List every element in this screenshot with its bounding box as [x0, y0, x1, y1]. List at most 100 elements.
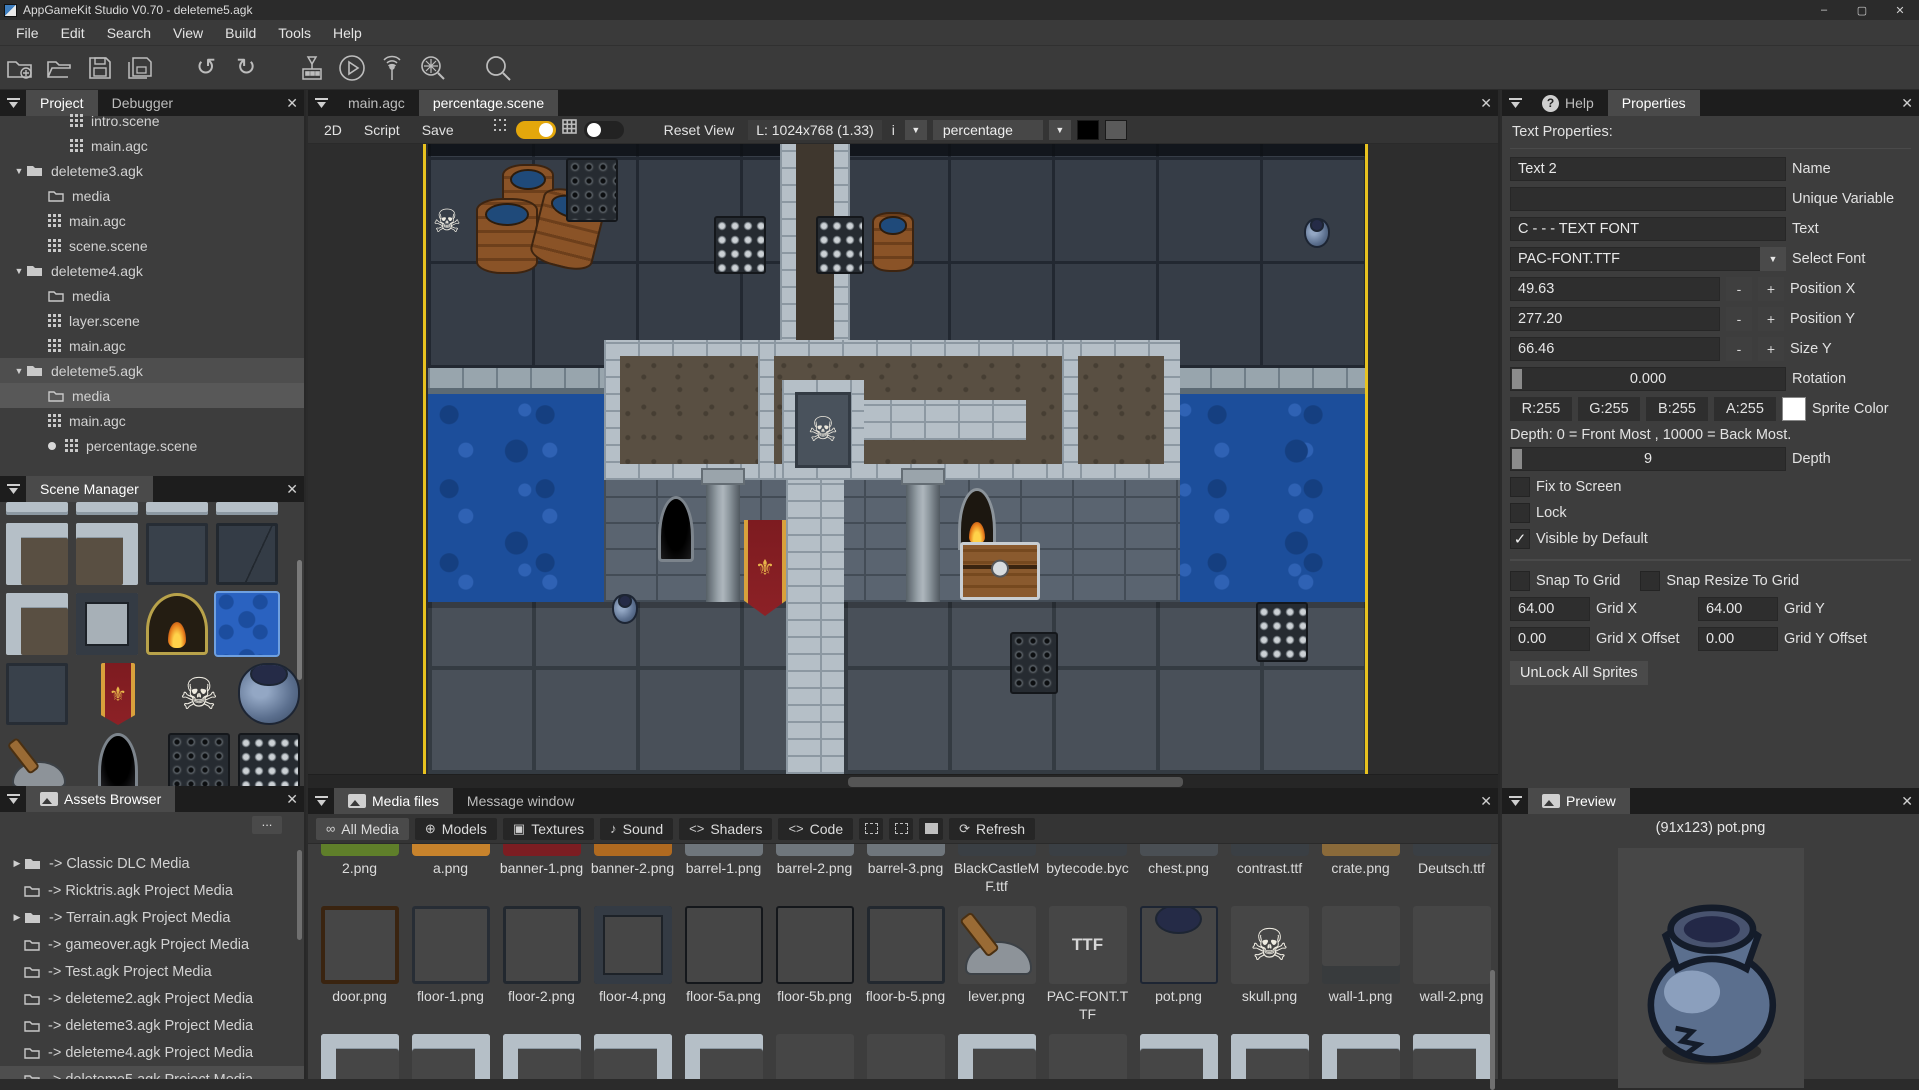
media-item[interactable]: floor-5b.png: [769, 900, 860, 1028]
media-item[interactable]: [1315, 1028, 1406, 1079]
panel-menu-icon[interactable]: [308, 788, 334, 814]
scene-spikes-plate[interactable]: [816, 216, 864, 274]
menu-item-file[interactable]: File: [6, 22, 49, 44]
snap-toggle[interactable]: [516, 121, 556, 139]
assets-item[interactable]: ▶-> Terrain.agk Project Media: [0, 904, 304, 931]
panel-menu-icon[interactable]: [0, 476, 26, 502]
media-item[interactable]: 2.png: [314, 844, 405, 900]
tree-item-intro-scene[interactable]: intro.scene: [0, 108, 304, 133]
media-item[interactable]: crate.png: [1315, 844, 1406, 900]
image-icon[interactable]: [919, 818, 943, 840]
scene-manager-scrollbar[interactable]: [297, 560, 302, 680]
scene-thumb-wall-edge[interactable]: [146, 502, 208, 515]
tree-item-percentage-scene[interactable]: percentage.scene: [0, 433, 304, 458]
filter-code[interactable]: <>Code: [778, 818, 853, 840]
scene-spikes-plate[interactable]: [1256, 602, 1308, 662]
media-item[interactable]: [1133, 1028, 1224, 1079]
menu-item-help[interactable]: Help: [323, 22, 372, 44]
media-item[interactable]: banner-2.png: [587, 844, 678, 900]
panel-menu-icon[interactable]: [308, 90, 334, 116]
panel-menu-icon[interactable]: [1502, 90, 1528, 116]
broadcast-icon[interactable]: [375, 51, 409, 85]
media-item[interactable]: [1042, 1028, 1133, 1079]
grid-x-field[interactable]: [1510, 597, 1590, 621]
visible-by-default-checkbox[interactable]: ✓: [1510, 529, 1530, 549]
tree-item-deleteme3-agk[interactable]: ▼deleteme3.agk: [0, 158, 304, 183]
scene-pillar[interactable]: [706, 468, 740, 602]
text-field[interactable]: [1510, 217, 1786, 241]
media-item[interactable]: bytecode.byc: [1042, 844, 1133, 900]
tree-item-layer-scene[interactable]: layer.scene: [0, 308, 304, 333]
media-item[interactable]: contrast.ttf: [1224, 844, 1315, 900]
media-item[interactable]: [405, 1028, 496, 1079]
filter-shaders[interactable]: <>Shaders: [679, 818, 772, 840]
open-project-icon[interactable]: [43, 51, 77, 85]
media-item[interactable]: barrel-3.png: [860, 844, 951, 900]
tree-item-main-agc[interactable]: main.agc: [0, 208, 304, 233]
media-item[interactable]: a.png: [405, 844, 496, 900]
reset-view-button[interactable]: Reset View: [656, 120, 743, 140]
tab-assets-browser[interactable]: Assets Browser: [26, 786, 175, 812]
color-g-field[interactable]: G:255: [1578, 397, 1640, 421]
media-item[interactable]: banner-1.png: [496, 844, 587, 900]
position-x-plus-button[interactable]: +: [1758, 277, 1784, 301]
tree-item-deleteme4-agk[interactable]: ▼deleteme4.agk: [0, 258, 304, 283]
fix-to-screen-checkbox[interactable]: [1510, 477, 1530, 497]
select-dashed-icon[interactable]: [859, 818, 883, 840]
color-r-field[interactable]: R:255: [1510, 397, 1572, 421]
media-item[interactable]: [1406, 1028, 1497, 1079]
media-item[interactable]: BlackCastleMF.ttf: [951, 844, 1042, 900]
tab-media-files[interactable]: Media files: [334, 788, 453, 814]
media-item[interactable]: floor-2.png: [496, 900, 587, 1028]
scene-thumb-water-sel-selected[interactable]: [216, 593, 278, 655]
sprite-color-swatch[interactable]: [1782, 397, 1806, 421]
overlay-toggle[interactable]: [584, 121, 624, 139]
menu-item-edit[interactable]: Edit: [51, 22, 95, 44]
unique-variable-field[interactable]: [1510, 187, 1786, 211]
chevron-down-icon[interactable]: ▼: [1049, 120, 1071, 140]
chevron-down-icon[interactable]: ▼: [905, 120, 927, 140]
build-icon[interactable]: [295, 51, 329, 85]
debug-icon[interactable]: [415, 51, 449, 85]
scene-select-field[interactable]: percentage: [933, 120, 1043, 140]
scene-thumb-wall-corner2[interactable]: [76, 523, 138, 585]
expander-icon[interactable]: ▼: [12, 166, 26, 176]
media-item[interactable]: [314, 1028, 405, 1079]
media-item[interactable]: Deutsch.ttf: [1406, 844, 1497, 900]
expander-icon[interactable]: ▶: [10, 858, 24, 869]
tree-item-main-agc[interactable]: main.agc: [0, 408, 304, 433]
script-button[interactable]: Script: [356, 120, 408, 140]
close-icon[interactable]: ✕: [1901, 788, 1913, 814]
grid-y-field[interactable]: [1698, 597, 1778, 621]
scene-thumb-wall-edge[interactable]: [6, 502, 68, 515]
expander-icon[interactable]: ▶: [10, 912, 24, 923]
color-a-field[interactable]: A:255: [1714, 397, 1776, 421]
tree-item-main-agc[interactable]: main.agc: [0, 333, 304, 358]
scene-pot-item[interactable]: [612, 594, 638, 624]
run-icon[interactable]: [335, 51, 369, 85]
media-item[interactable]: ☠skull.png: [1224, 900, 1315, 1028]
tree-item-media[interactable]: media: [0, 283, 304, 308]
scene-thumb-spikes-plate[interactable]: [238, 733, 300, 786]
assets-browser-scrollbar[interactable]: [297, 850, 302, 940]
new-project-icon[interactable]: [3, 51, 37, 85]
tab-main-agc[interactable]: main.agc: [334, 90, 419, 116]
tab-help[interactable]: ? Help: [1528, 90, 1608, 116]
filter-textures[interactable]: ▣Textures: [503, 818, 594, 840]
snap-to-grid-checkbox[interactable]: [1510, 571, 1530, 591]
rotation-slider-thumb[interactable]: [1512, 369, 1522, 389]
close-icon[interactable]: ✕: [1901, 90, 1913, 116]
grid-dotted-icon[interactable]: [494, 119, 510, 140]
media-item[interactable]: lever.png: [951, 900, 1042, 1028]
panel-menu-icon[interactable]: [0, 786, 26, 812]
scene-thumb-wall-corner[interactable]: [6, 593, 68, 655]
menu-item-build[interactable]: Build: [215, 22, 266, 44]
assets-item[interactable]: -> gameover.agk Project Media: [0, 931, 304, 958]
tab-properties[interactable]: Properties: [1608, 90, 1700, 116]
media-item[interactable]: floor-1.png: [405, 900, 496, 1028]
scene-studs-plate[interactable]: [1010, 632, 1058, 694]
assets-item[interactable]: -> Ricktris.agk Project Media: [0, 877, 304, 904]
scene-barrel[interactable]: [476, 198, 538, 274]
color-b-field[interactable]: B:255: [1646, 397, 1708, 421]
expander-icon[interactable]: ▼: [12, 266, 26, 276]
